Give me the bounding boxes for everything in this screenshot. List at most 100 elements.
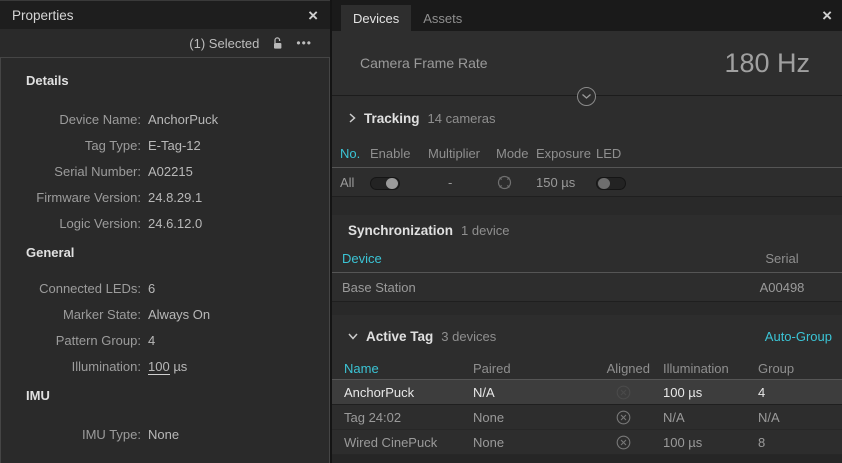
camera-frame-rate-label: Camera Frame Rate <box>360 55 488 71</box>
prop-row-device-name: Device Name: AnchorPuck <box>1 107 329 133</box>
prop-label: Logic Version: <box>1 211 141 237</box>
prop-label: Illumination: <box>1 354 141 380</box>
cell-group: 4 <box>758 385 842 400</box>
col-exposure[interactable]: Exposure <box>536 146 596 161</box>
panel-footer <box>332 455 842 463</box>
properties-body: Details Device Name: AnchorPuck Tag Type… <box>0 57 330 463</box>
auto-group-link[interactable]: Auto-Group <box>765 329 832 344</box>
prop-value[interactable]: None <box>148 422 329 448</box>
illumination-field[interactable]: 100 µs <box>148 354 329 380</box>
selection-bar: (1) Selected ••• <box>0 29 330 57</box>
col-paired[interactable]: Paired <box>473 361 583 376</box>
prop-value[interactable]: A02215 <box>148 159 329 185</box>
col-no[interactable]: No. <box>340 146 370 161</box>
camera-frame-rate-value[interactable]: 180 Hz <box>724 48 810 79</box>
aligned-cross-circle-icon <box>583 384 663 400</box>
col-aligned[interactable]: Aligned <box>583 361 663 376</box>
cell-illumination: 100 µs <box>663 435 758 450</box>
enable-toggle[interactable] <box>370 174 428 189</box>
prop-label: Serial Number: <box>1 159 141 185</box>
cell-illumination: 100 µs <box>663 385 758 400</box>
prop-row-serial-number: Serial Number: A02215 <box>1 159 329 185</box>
synchronization-section-header[interactable]: Synchronization 1 device <box>332 215 842 245</box>
col-multiplier[interactable]: Multiplier <box>428 146 496 161</box>
section-title-imu: IMU <box>1 385 329 407</box>
prop-label: Tag Type: <box>1 133 141 159</box>
more-options-icon[interactable]: ••• <box>296 36 312 50</box>
col-serial[interactable]: Serial <box>732 251 832 266</box>
panel-title: Properties <box>12 8 308 23</box>
col-group[interactable]: Group <box>758 361 842 376</box>
properties-header: Properties × <box>0 0 330 29</box>
prop-row-tag-type: Tag Type: E-Tag-12 <box>1 133 329 159</box>
devices-panel: Devices Assets × Camera Frame Rate 180 H… <box>332 0 842 463</box>
prop-value[interactable]: Always On <box>148 302 329 328</box>
col-mode[interactable]: Mode <box>496 146 536 161</box>
active-tag-row-anchorpuck[interactable]: AnchorPuck N/A 100 µs 4 <box>332 380 842 405</box>
prop-label: Marker State: <box>1 302 141 328</box>
prop-row-connected-leds: Connected LEDs: 6 <box>1 276 329 302</box>
active-tag-table-header: Name Paired Aligned Illumination Group <box>332 357 842 380</box>
active-tag-title: Active Tag <box>366 329 433 344</box>
prop-value[interactable]: 4 <box>148 328 329 354</box>
synchronization-title: Synchronization <box>348 223 453 238</box>
active-tag-count: 3 devices <box>441 329 496 344</box>
col-name[interactable]: Name <box>344 361 473 376</box>
cell-device: Base Station <box>342 280 732 295</box>
section-gap <box>332 302 842 315</box>
tab-bar: Devices Assets × <box>332 0 842 31</box>
prop-value: 24.8.29.1 <box>148 185 329 211</box>
section-title-general: General <box>1 242 329 264</box>
prop-label: Firmware Version: <box>1 185 141 211</box>
chevron-down-icon[interactable] <box>348 332 358 340</box>
col-device[interactable]: Device <box>342 251 732 266</box>
section-gap <box>332 197 842 215</box>
tab-devices[interactable]: Devices <box>341 5 411 31</box>
prop-value: 6 <box>148 276 329 302</box>
cell-illumination: N/A <box>663 410 758 425</box>
prop-row-pattern-group: Pattern Group: 4 <box>1 328 329 354</box>
cell-exposure[interactable]: 150 µs <box>536 175 596 190</box>
sync-row-base-station[interactable]: Base Station A00498 <box>332 273 842 302</box>
active-tag-section-header[interactable]: Active Tag 3 devices Auto-Group <box>332 315 842 357</box>
active-tag-row-wired-cinepuck[interactable]: Wired CinePuck None 100 µs 8 <box>332 430 842 455</box>
prop-value: 24.6.12.0 <box>148 211 329 237</box>
prop-row-logic-version: Logic Version: 24.6.12.0 <box>1 211 329 237</box>
cell-paired: None <box>473 410 583 425</box>
mode-reticle-icon[interactable] <box>496 174 536 191</box>
col-illumination[interactable]: Illumination <box>663 361 758 376</box>
prop-value[interactable]: AnchorPuck <box>148 107 329 133</box>
cell-group: 8 <box>758 435 842 450</box>
cell-name: AnchorPuck <box>344 385 473 400</box>
prop-row-firmware-version: Firmware Version: 24.8.29.1 <box>1 185 329 211</box>
illumination-unit: µs <box>170 359 188 374</box>
tab-assets[interactable]: Assets <box>411 5 474 31</box>
prop-label: IMU Type: <box>1 422 141 448</box>
col-led[interactable]: LED <box>596 146 842 161</box>
col-enable[interactable]: Enable <box>370 146 428 161</box>
cell-serial: A00498 <box>732 280 832 295</box>
cell-group: N/A <box>758 410 842 425</box>
cell-paired: None <box>473 435 583 450</box>
synchronization-count: 1 device <box>461 223 509 238</box>
unlock-icon[interactable] <box>271 36 284 50</box>
tracking-row-all[interactable]: All - 150 µs <box>332 168 842 197</box>
active-tag-row-tag-2402[interactable]: Tag 24:02 None N/A N/A <box>332 405 842 430</box>
close-icon[interactable]: × <box>822 7 832 24</box>
section-title-details: Details <box>1 70 329 92</box>
prop-row-imu-type: IMU Type: None <box>1 422 329 448</box>
tracking-table-header: No. Enable Multiplier Mode Exposure LED <box>332 140 842 168</box>
chevron-down-circle-icon[interactable] <box>577 87 596 106</box>
cell-no: All <box>340 175 370 190</box>
cell-multiplier: - <box>428 175 496 190</box>
properties-panel: Properties × (1) Selected ••• Details De… <box>0 0 330 463</box>
illumination-value[interactable]: 100 <box>148 359 170 375</box>
chevron-right-icon[interactable] <box>348 113 356 123</box>
led-toggle[interactable] <box>596 174 842 189</box>
cell-name: Wired CinePuck <box>344 435 473 450</box>
close-icon[interactable]: × <box>308 7 318 24</box>
aligned-cross-circle-icon <box>583 409 663 425</box>
prop-value[interactable]: E-Tag-12 <box>148 133 329 159</box>
cell-name: Tag 24:02 <box>344 410 473 425</box>
cell-paired: N/A <box>473 385 583 400</box>
